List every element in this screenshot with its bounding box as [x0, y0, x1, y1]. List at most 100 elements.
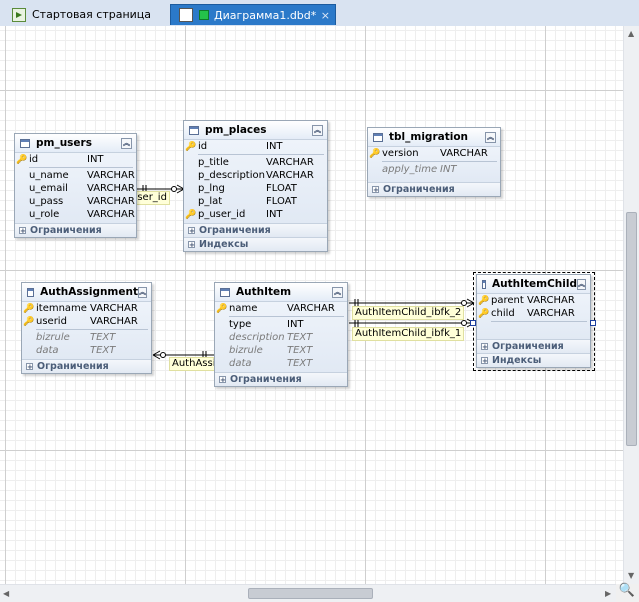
column-row[interactable]: data TEXT [215, 357, 347, 370]
column-type: TEXT [90, 332, 116, 343]
primary-key-icon: 🔑 [23, 316, 35, 327]
collapse-icon[interactable]: ︽ [332, 286, 343, 298]
divider [36, 329, 148, 330]
scroll-right-icon[interactable]: ▶ [605, 589, 611, 599]
column-name: id [198, 141, 208, 152]
scroll-left-icon[interactable]: ◀ [3, 589, 9, 599]
column-row[interactable]: description TEXT [215, 331, 347, 344]
column-name: description [229, 332, 285, 343]
column-type: FLOAT [266, 196, 297, 207]
start-page-icon [12, 7, 26, 22]
column-name: u_pass [29, 196, 64, 207]
table-authitem[interactable]: AuthItem ︽ 🔑 name VARCHAR type INT descript… [214, 282, 348, 387]
vertical-scrollbar[interactable]: ▲ ▼ [623, 26, 639, 584]
scroll-up-icon[interactable]: ▲ [628, 29, 634, 39]
collapse-icon[interactable]: ︽ [312, 124, 323, 136]
tab-start-page[interactable]: Стартовая страница [6, 4, 166, 25]
column-type: INT [440, 164, 457, 175]
column-row[interactable]: p_title VARCHAR [184, 156, 327, 169]
column-type: VARCHAR [87, 209, 135, 220]
column-row[interactable]: u_pass VARCHAR [15, 195, 136, 208]
section-constraints[interactable]: + Ограничения [215, 372, 347, 386]
column-type: INT [87, 154, 104, 165]
column-name: version [382, 148, 419, 159]
primary-key-icon: 🔑 [216, 303, 228, 314]
horizontal-scroll-thumb[interactable] [248, 588, 373, 599]
column-name: bizrule [36, 332, 70, 343]
column-name: data [229, 358, 252, 369]
primary-key-icon: 🔑 [369, 148, 381, 159]
table-title: tbl_migration [389, 131, 469, 143]
diagram-canvas[interactable]: user_id AuthAssignment_ibfk_1 AuthItemCh… [0, 26, 623, 584]
column-type: VARCHAR [90, 316, 138, 327]
table-title: AuthItem [236, 286, 292, 298]
table-header[interactable]: tbl_migration ︽ [368, 128, 500, 147]
resize-handle-left[interactable] [470, 320, 476, 326]
table-tbl-migration[interactable]: tbl_migration ︽ 🔑 version VARCHAR apply_ti… [367, 127, 501, 197]
close-icon[interactable]: × [321, 9, 330, 22]
table-header[interactable]: pm_places ︽ [184, 121, 327, 140]
column-row[interactable]: apply_time INT [368, 163, 500, 176]
column-name: apply_time [382, 164, 438, 175]
column-row[interactable]: 🔑 id INT [184, 140, 327, 153]
column-type: TEXT [287, 332, 313, 343]
column-row[interactable]: 🔑 id INT [15, 153, 136, 166]
column-name: itemname [36, 303, 87, 314]
column-row[interactable]: 🔑 itemname VARCHAR [22, 302, 151, 315]
column-type: VARCHAR [90, 303, 138, 314]
column-row[interactable]: bizrule TEXT [215, 344, 347, 357]
table-pm-places[interactable]: pm_places ︽ 🔑 id INT p_title VARCHAR p_desc… [183, 120, 328, 252]
column-row[interactable]: 🔑 userid VARCHAR [22, 315, 151, 328]
column-row[interactable]: data TEXT [22, 344, 151, 357]
section-constraints[interactable]: + Ограничения [22, 359, 151, 373]
relation-mark-many [152, 354, 161, 360]
column-name: data [36, 345, 59, 356]
table-pm-users[interactable]: pm_users ︽ 🔑 id INT u_name VARCHAR u_email V… [14, 133, 137, 238]
section-constraints[interactable]: + Ограничения [184, 223, 327, 237]
horizontal-scrollbar[interactable]: ◀ ▶ [0, 584, 616, 602]
column-row[interactable]: 🔑 p_user_id INT [184, 208, 327, 221]
primary-key-icon: 🔑 [185, 141, 197, 152]
section-label: Ограничения [37, 361, 109, 372]
column-row[interactable]: bizrule TEXT [22, 331, 151, 344]
table-header[interactable]: AuthItem ︽ [215, 283, 347, 302]
column-row[interactable]: p_lat FLOAT [184, 195, 327, 208]
column-row[interactable]: u_role VARCHAR [15, 208, 136, 221]
section-label: Ограничения [199, 225, 271, 236]
column-row[interactable]: u_email VARCHAR [15, 182, 136, 195]
collapse-icon[interactable]: ︽ [138, 286, 147, 298]
collapse-icon[interactable]: ︽ [485, 131, 496, 143]
collapse-icon[interactable]: ︽ [121, 137, 132, 149]
tab-diagram-label: Диаграмма1.dbd* [214, 8, 317, 22]
relation-label-authitemchild-fk2[interactable]: AuthItemChild_ibfk_2 [352, 306, 465, 320]
section-constraints[interactable]: + Ограничения [15, 223, 136, 237]
column-type: VARCHAR [266, 157, 314, 168]
vertical-scroll-thumb[interactable] [626, 212, 637, 446]
column-row[interactable]: type INT [215, 318, 347, 331]
section-indexes[interactable]: + Индексы [184, 237, 327, 251]
column-row[interactable]: p_description VARCHAR [184, 169, 327, 182]
column-type: VARCHAR [440, 148, 488, 159]
column-name: u_name [29, 170, 69, 181]
column-row[interactable]: p_lng FLOAT [184, 182, 327, 195]
scroll-down-icon[interactable]: ▼ [628, 571, 634, 581]
relation-label-authitemchild-fk1[interactable]: AuthItemChild_ibfk_1 [352, 327, 465, 341]
tab-diagram[interactable]: Диаграмма1.dbd* × [170, 4, 336, 25]
zoom-icon[interactable]: 🔍 [618, 582, 636, 600]
table-header[interactable]: pm_users ︽ [15, 134, 136, 153]
section-label: Ограничения [230, 374, 302, 385]
table-authassignment[interactable]: AuthAssignment ︽ 🔑 itemname VARCHAR 🔑 useri… [21, 282, 152, 374]
table-header[interactable]: AuthAssignment ︽ [22, 283, 151, 302]
selection-frame [473, 272, 595, 371]
column-row[interactable]: 🔑 version VARCHAR [368, 147, 500, 160]
resize-handle-right[interactable] [590, 320, 596, 326]
relation-mark-many [152, 350, 161, 356]
relation-mark-optional [160, 352, 166, 358]
relation-mark-optional [461, 320, 467, 326]
expand-icon: + [219, 376, 226, 384]
column-row[interactable]: 🔑 name VARCHAR [215, 302, 347, 315]
column-row[interactable]: u_name VARCHAR [15, 169, 136, 182]
section-constraints[interactable]: + Ограничения [368, 182, 500, 196]
expand-icon: + [188, 227, 195, 235]
column-type: VARCHAR [87, 196, 135, 207]
